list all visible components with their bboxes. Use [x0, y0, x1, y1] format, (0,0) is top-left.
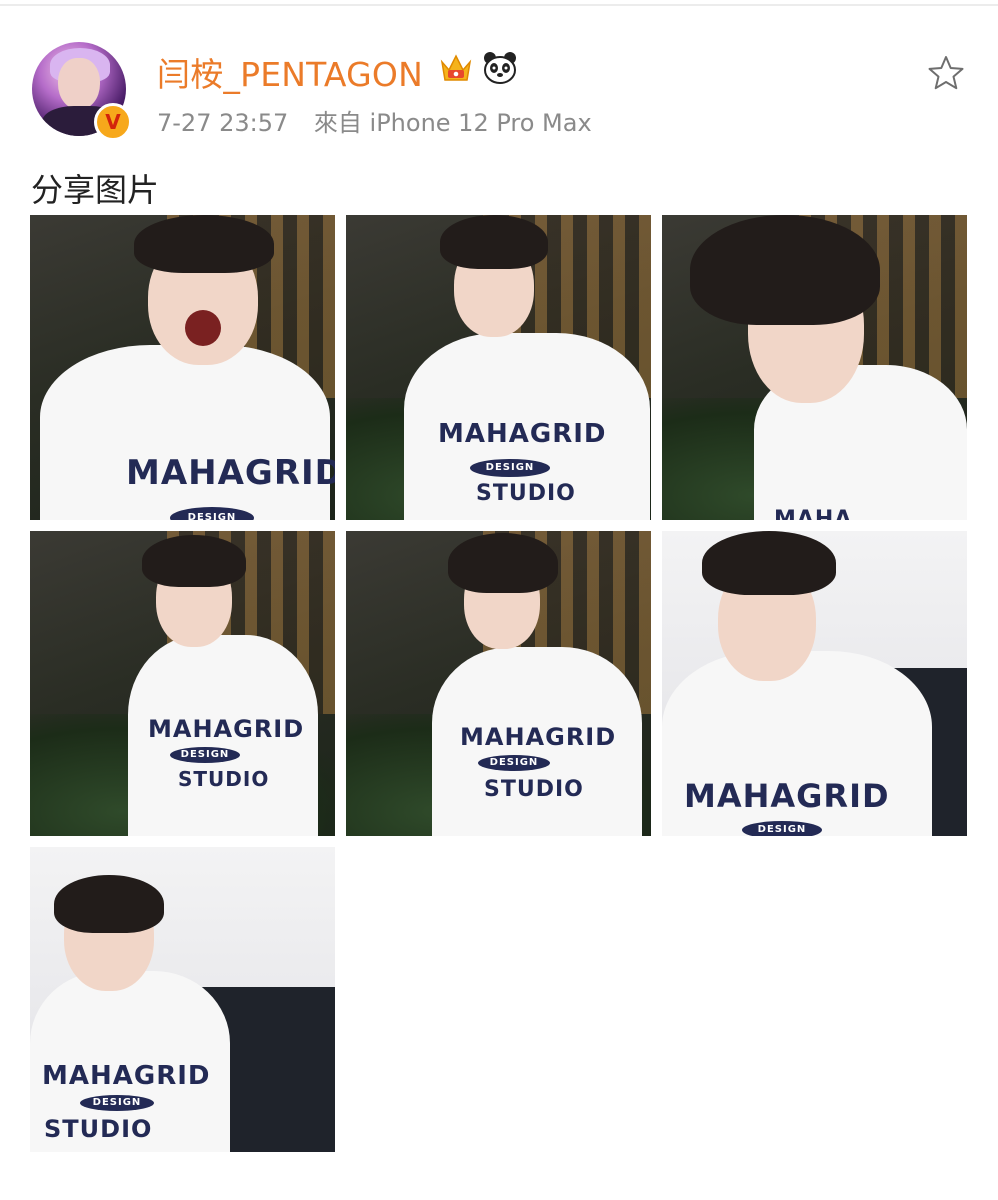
shirt-print-oval: DESIGN [470, 459, 550, 477]
shirt-print-main: MAHAGRID [42, 1061, 211, 1091]
open-mouth [185, 310, 221, 346]
shirt-print-main: MAHAGRID [126, 453, 335, 493]
photo-7[interactable]: MAHAGRID DESIGN STUDIO [30, 847, 335, 1152]
post-source: 來自 iPhone 12 Pro Max [313, 109, 592, 137]
crown-icon[interactable] [438, 50, 474, 86]
shirt-print-oval: DESIGN [80, 1095, 154, 1111]
top-divider [0, 4, 998, 6]
shirt-print-main: MAHAGRID [684, 777, 890, 815]
hair [690, 215, 880, 325]
post-text: 分享图片 [31, 171, 160, 209]
hair [702, 531, 836, 595]
verified-badge: V [94, 103, 132, 141]
shirt-print-sub: STUDIO [476, 481, 576, 506]
photo-2[interactable]: MAHAGRID DESIGN STUDIO [346, 215, 651, 520]
hair [54, 875, 164, 933]
photo-1[interactable]: MAHAGRID DESIGN [30, 215, 335, 520]
post-timestamp: 7-27 23:57 [157, 109, 289, 137]
hair [448, 533, 558, 593]
shirt-print-oval: DESIGN [742, 821, 822, 836]
shirt [40, 345, 330, 520]
shirt-print-sub: STUDIO [178, 767, 270, 791]
shirt-print-sub: STUDIO [484, 777, 584, 802]
shirt-print-sub: STUDIO [44, 1115, 153, 1143]
shirt-print-main: MAHA [774, 507, 853, 520]
hair [134, 215, 274, 273]
shirt-print-oval: DESIGN [170, 747, 240, 763]
avatar-face [58, 58, 100, 110]
hair [440, 215, 548, 269]
photo-3[interactable]: MAHA [662, 215, 967, 520]
shirt-print-oval: DESIGN [478, 755, 550, 771]
photo-5[interactable]: MAHAGRID DESIGN STUDIO [346, 531, 651, 836]
panda-icon[interactable] [482, 50, 518, 86]
shirt-print-main: MAHAGRID [148, 715, 305, 743]
photo-4[interactable]: MAHAGRID DESIGN STUDIO [30, 531, 335, 836]
star-icon[interactable] [926, 53, 966, 93]
shirt-print-main: MAHAGRID [460, 723, 617, 751]
username[interactable]: 闫桉_PENTAGON [157, 48, 423, 96]
photo-6[interactable]: MAHAGRID DESIGN [662, 531, 967, 836]
post-meta: 7-27 23:57 來自 iPhone 12 Pro Max [157, 103, 592, 138]
hair [142, 535, 246, 587]
shirt-print-main: MAHAGRID [438, 419, 607, 449]
